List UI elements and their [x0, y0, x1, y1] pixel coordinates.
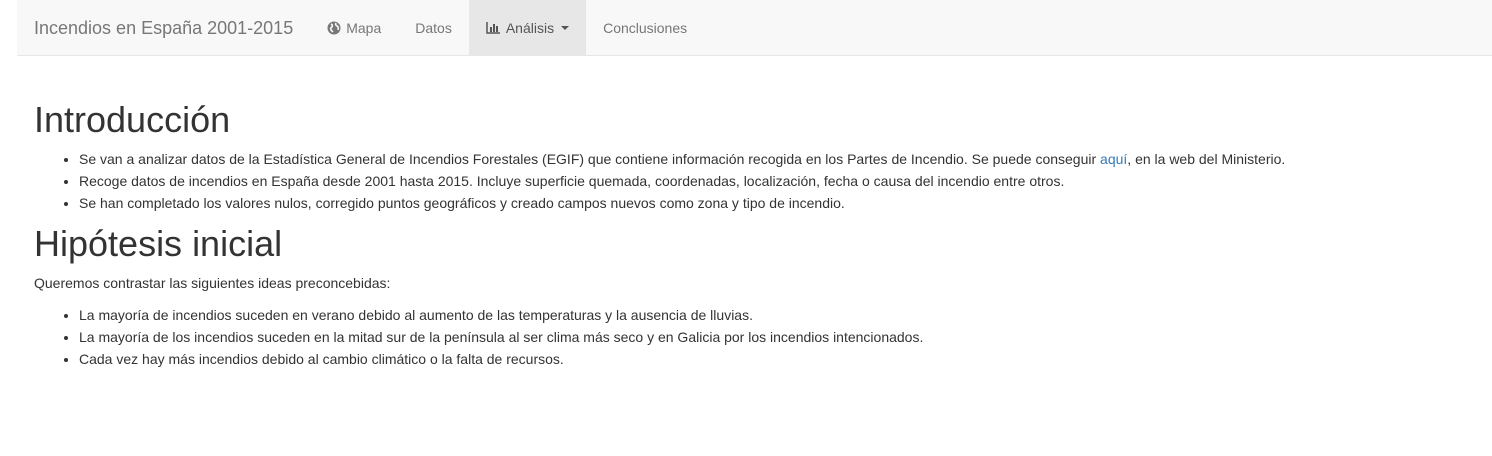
hypothesis-heading: Hipótesis inicial [34, 223, 283, 264]
list-item: Recoge datos de incendios en España desd… [79, 170, 1474, 192]
aqui-link[interactable]: aquí [1100, 151, 1127, 167]
list-item: La mayoría de incendios suceden en veran… [79, 304, 1474, 326]
list-item: Se han completado los valores nulos, cor… [79, 192, 1474, 214]
nav-datos-label: Datos [415, 19, 452, 36]
list-item: La mayoría de los incendios suceden en l… [79, 326, 1474, 348]
globe-icon [327, 21, 341, 34]
caret-down-icon [561, 25, 570, 30]
nav-mapa-label: Mapa [346, 19, 382, 36]
nav-analisis-dropdown[interactable]: Análisis [468, 0, 587, 55]
navbar-brand[interactable]: Incendios en España 2001-2015 [17, 0, 310, 55]
nav-datos[interactable]: Datos [398, 0, 469, 55]
nav-analisis-label: Análisis [505, 19, 555, 36]
intro-heading: Introducción [34, 99, 231, 140]
nav-mapa[interactable]: Mapa [310, 0, 398, 55]
nav-conclusiones[interactable]: Conclusiones [586, 0, 704, 55]
hypothesis-list: La mayoría de incendios suceden en veran… [34, 304, 1474, 370]
navbar: Incendios en España 2001-2015 Mapa Datos… [17, 0, 1492, 56]
text: , en la web del Ministerio. [1127, 151, 1286, 167]
list-item: Cada vez hay más incendios debido al cam… [79, 348, 1474, 370]
nav-conclusiones-label: Conclusiones [603, 19, 688, 36]
main-content: Introducción Se van a analizar datos de … [34, 94, 1474, 380]
intro-list: Se van a analizar datos de la Estadístic… [34, 148, 1474, 214]
text: Se van a analizar datos de la Estadístic… [79, 151, 1101, 167]
hypothesis-lead: Queremos contrastar las siguientes ideas… [34, 275, 391, 291]
bar-chart-icon [486, 22, 500, 34]
list-item: Se van a analizar datos de la Estadístic… [79, 148, 1474, 170]
